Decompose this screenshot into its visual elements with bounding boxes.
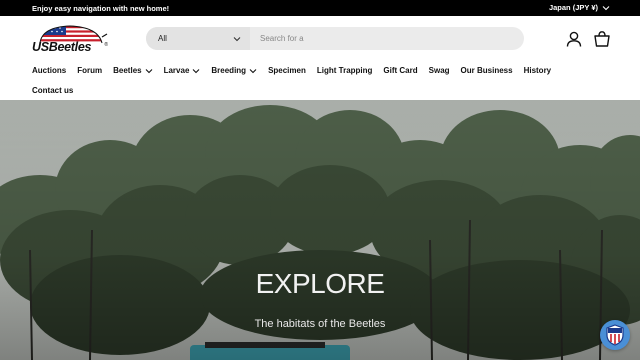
nav-item-our-business[interactable]: Our Business bbox=[461, 66, 513, 75]
nav-item-contact-us[interactable]: Contact us bbox=[32, 86, 73, 95]
search-bar: All bbox=[146, 27, 524, 50]
currency-selector[interactable]: Japan (JPY ¥) bbox=[549, 3, 610, 12]
announcement-bar: Enjoy easy navigation with new home! Jap… bbox=[0, 0, 640, 16]
nav-item-label: Gift Card bbox=[383, 66, 418, 75]
nav-item-label: Auctions bbox=[32, 66, 67, 75]
nav-item-beetles[interactable]: Beetles bbox=[113, 66, 152, 75]
registered-mark: ® bbox=[104, 42, 108, 48]
main-nav: Auctions Forum Beetles Larvae Breeding Specim… bbox=[32, 66, 562, 75]
hero-banner: EXPLORE The habitats of the Beetles bbox=[0, 100, 640, 360]
nav-item-forum[interactable]: Forum bbox=[77, 66, 102, 75]
cart-button[interactable] bbox=[593, 30, 611, 48]
chevron-down-icon bbox=[602, 5, 610, 10]
nav-item-label: Light Trapping bbox=[316, 66, 373, 75]
nav-item-label: History bbox=[523, 66, 552, 75]
nav-item-label: Larvae bbox=[163, 66, 190, 75]
announcement-text: Enjoy easy navigation with new home! bbox=[32, 4, 170, 13]
nav-item-label: Specimen bbox=[268, 66, 306, 75]
nav-item-label: Beetles bbox=[113, 66, 142, 75]
nav-item-label: Breeding bbox=[211, 66, 247, 75]
account-button[interactable] bbox=[565, 30, 583, 48]
search-category-select[interactable]: All bbox=[146, 27, 250, 50]
bag-icon bbox=[594, 31, 610, 47]
search-category-label: All bbox=[158, 34, 167, 43]
accessibility-badge-button[interactable] bbox=[600, 320, 630, 350]
nav-item-auctions[interactable]: Auctions bbox=[32, 66, 66, 75]
nav-item-label: Swag bbox=[428, 66, 450, 75]
chevron-down-icon bbox=[145, 68, 152, 73]
nav-item-breeding[interactable]: Breeding bbox=[211, 66, 257, 75]
hero-title: EXPLORE bbox=[255, 268, 385, 299]
user-icon bbox=[566, 31, 582, 47]
chevron-down-icon bbox=[233, 36, 241, 41]
nav-item-gift-card[interactable]: Gift Card bbox=[383, 66, 417, 75]
nav-item-specimen[interactable]: Specimen bbox=[268, 66, 306, 75]
nav-item-swag[interactable]: Swag bbox=[429, 66, 450, 75]
nav-item-light-trapping[interactable]: Light Trapping bbox=[317, 66, 373, 75]
nav-item-label: Our Business bbox=[460, 66, 513, 75]
search-input[interactable] bbox=[250, 34, 510, 43]
hero-subtitle: The habitats of the Beetles bbox=[254, 318, 386, 330]
shield-flag-icon bbox=[606, 324, 624, 346]
nav-item-larvae[interactable]: Larvae bbox=[164, 66, 201, 75]
currency-label: Japan (JPY ¥) bbox=[548, 3, 598, 12]
logo-wordmark: USBeetles bbox=[32, 40, 92, 54]
site-logo[interactable]: USBeetles ® bbox=[32, 24, 108, 54]
chevron-down-icon bbox=[193, 68, 200, 73]
chevron-down-icon bbox=[249, 68, 257, 73]
site-header: USBeetles ® All Auctions Forum Beetles Larv… bbox=[0, 16, 640, 100]
nav-item-history[interactable]: History bbox=[524, 66, 552, 75]
nav-item-label: Forum bbox=[77, 66, 103, 75]
